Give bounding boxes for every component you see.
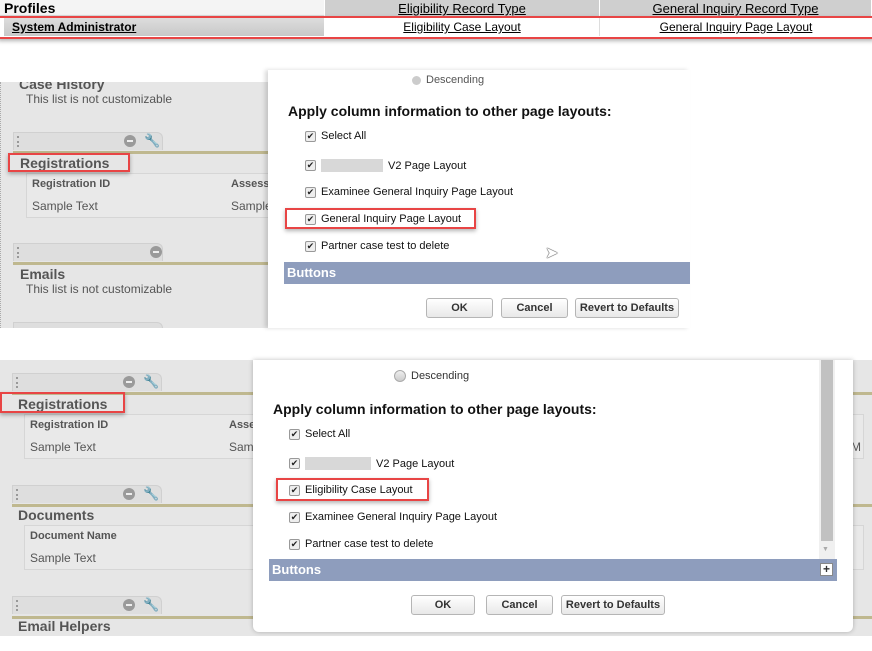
remove-icon[interactable] xyxy=(123,376,135,388)
checkbox[interactable]: ✔ xyxy=(305,240,316,252)
remove-icon[interactable] xyxy=(124,135,136,147)
checkbox-select-all[interactable]: ✔ Select All xyxy=(289,428,350,440)
column-header: Document Name xyxy=(30,530,117,542)
column-header: Asse xyxy=(229,419,256,431)
section-tab[interactable]: 🔧 xyxy=(13,132,163,150)
buttons-section-header: Buttons xyxy=(284,262,690,284)
remove-icon[interactable] xyxy=(123,488,135,500)
grid-cell: Sample Text xyxy=(32,199,98,213)
checkbox-examinee-layout[interactable]: ✔ Examinee General Inquiry Page Layout xyxy=(305,186,513,198)
checkbox-partner-case[interactable]: ✔ Partner case test to delete xyxy=(305,240,449,252)
radio-icon[interactable] xyxy=(412,75,421,85)
remove-icon[interactable] xyxy=(150,246,162,258)
radio-icon[interactable] xyxy=(394,370,406,382)
radio-label: Descending xyxy=(426,74,485,86)
checkbox-label: Partner case test to delete xyxy=(305,538,434,550)
checkbox-label: Select All xyxy=(305,428,351,440)
column-dialog-1: Descending Apply column information to o… xyxy=(268,70,690,328)
email-helpers-title: Email Helpers xyxy=(18,618,111,634)
checkbox-label: V2 Page Layout xyxy=(376,457,455,470)
drag-handle-icon[interactable] xyxy=(17,136,19,147)
checkbox[interactable]: ✔ xyxy=(305,186,316,198)
checkbox-label: Examinee General Inquiry Page Layout xyxy=(321,186,514,198)
grid-cell: Sample Text xyxy=(30,551,96,565)
divider xyxy=(13,262,268,265)
wrench-icon[interactable]: 🔧 xyxy=(143,597,159,613)
checkbox[interactable]: ✔ xyxy=(289,428,300,440)
highlight-general-inquiry xyxy=(285,208,476,229)
ok-button[interactable]: OK xyxy=(411,595,475,615)
mouse-cursor-icon: ➤ xyxy=(545,245,559,262)
checkbox[interactable]: ✔ xyxy=(289,511,300,523)
checkbox[interactable]: ✔ xyxy=(289,458,300,469)
header-profiles: Profiles xyxy=(0,0,325,17)
section-tab[interactable]: 🔧 xyxy=(12,485,162,503)
checkbox[interactable]: ✔ xyxy=(305,160,316,171)
drag-handle-icon[interactable] xyxy=(16,489,18,500)
revert-to-defaults-button[interactable]: Revert to Defaults xyxy=(575,298,679,318)
redacted-text xyxy=(321,159,383,172)
checkbox[interactable]: ✔ xyxy=(305,130,316,142)
emails-title: Emails xyxy=(20,266,66,282)
emails-note: This list is not customizable xyxy=(26,282,173,296)
grid-cell: Sample Text xyxy=(30,440,96,454)
drag-handle-icon[interactable] xyxy=(16,600,18,611)
cancel-button[interactable]: Cancel xyxy=(486,595,553,615)
documents-title: Documents xyxy=(18,507,95,523)
checkbox-label: Partner case test to delete xyxy=(321,240,450,252)
apply-heading: Apply column information to other page l… xyxy=(288,103,612,119)
registrations-grid: Registration ID Assess Sample Text Sampl… xyxy=(26,173,268,218)
cancel-button[interactable]: Cancel xyxy=(501,298,568,318)
apply-heading: Apply column information to other page l… xyxy=(273,401,597,417)
checkbox[interactable]: ✔ xyxy=(289,538,300,550)
header-general-inquiry-record-type[interactable]: General Inquiry Record Type xyxy=(600,0,872,17)
wrench-icon[interactable]: 🔧 xyxy=(143,374,159,390)
header-eligibility-record-type[interactable]: Eligibility Record Type xyxy=(325,0,600,17)
highlight-registrations xyxy=(0,392,125,413)
buttons-section-header: Buttons + xyxy=(269,559,837,581)
drag-handle-icon[interactable] xyxy=(16,377,18,388)
highlight-row xyxy=(0,16,872,39)
column-header: Registration ID xyxy=(30,419,109,431)
checkbox-label: Select All xyxy=(321,130,367,142)
checkbox-examinee-layout[interactable]: ✔ Examinee General Inquiry Page Layout xyxy=(289,511,497,523)
scroll-down-arrow-icon[interactable]: ▼ xyxy=(822,546,829,553)
scrollbar-thumb[interactable] xyxy=(821,360,833,541)
checkbox-v2-layout[interactable]: ✔ V2 Page Layout xyxy=(289,457,454,470)
grid-cell: Sample xyxy=(231,199,268,213)
radio-label: Descending xyxy=(411,370,470,382)
expand-plus-icon[interactable]: + xyxy=(820,563,833,576)
descending-radio[interactable]: Descending xyxy=(412,74,484,86)
section-tab[interactable] xyxy=(13,243,163,261)
layout-sections-1: Case History This list is not customizab… xyxy=(0,82,268,328)
descending-radio[interactable]: Descending xyxy=(394,370,469,382)
column-dialog-2: Descending Apply column information to o… xyxy=(253,360,853,632)
column-header: Registration ID xyxy=(32,178,111,190)
drag-handle-icon[interactable] xyxy=(17,247,19,258)
ok-button[interactable]: OK xyxy=(426,298,493,318)
wrench-icon[interactable]: 🔧 xyxy=(144,133,160,149)
wrench-icon[interactable]: 🔧 xyxy=(143,486,159,502)
checkbox-label: Examinee General Inquiry Page Layout xyxy=(305,511,498,523)
checkbox-partner-case[interactable]: ✔ Partner case test to delete xyxy=(289,538,433,550)
case-history-title: Case History xyxy=(19,82,105,92)
column-header: Assess xyxy=(231,178,268,190)
section-tab[interactable]: 🔧 xyxy=(12,596,162,614)
redacted-text xyxy=(305,457,371,470)
buttons-section-label: Buttons xyxy=(272,562,322,577)
remove-icon[interactable] xyxy=(123,599,135,611)
checkbox-v2-layout[interactable]: ✔ V2 Page Layout xyxy=(305,159,466,172)
checkbox-label: V2 Page Layout xyxy=(388,159,467,172)
section-tab[interactable]: 🔧 xyxy=(12,373,162,391)
section-tab[interactable] xyxy=(13,322,163,328)
highlight-registrations xyxy=(8,153,130,172)
revert-to-defaults-button[interactable]: Revert to Defaults xyxy=(561,595,665,615)
highlight-eligibility xyxy=(276,478,429,501)
case-history-note: This list is not customizable xyxy=(26,92,173,106)
grid-cell: Sam xyxy=(229,440,254,454)
checkbox-select-all[interactable]: ✔ Select All xyxy=(305,130,366,142)
scrollbar[interactable]: ▼ xyxy=(819,360,835,560)
